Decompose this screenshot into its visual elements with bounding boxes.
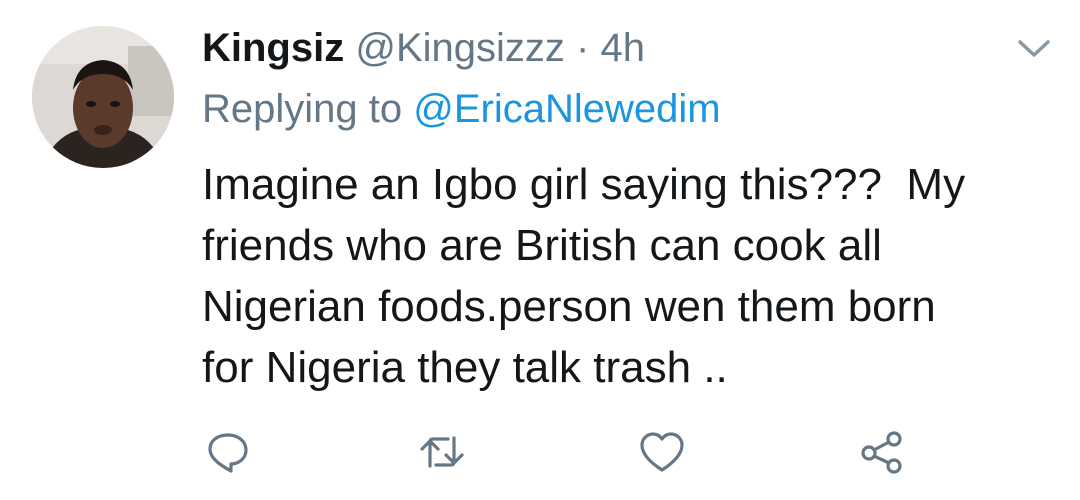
avatar[interactable] bbox=[32, 26, 174, 168]
share-button[interactable] bbox=[858, 428, 906, 476]
like-button[interactable] bbox=[638, 428, 686, 476]
display-name[interactable]: Kingsiz bbox=[202, 26, 344, 70]
reply-prefix: Replying to bbox=[202, 87, 403, 131]
reply-to-mention[interactable]: @EricaNlewedim bbox=[413, 87, 720, 131]
reply-context: Replying to @EricaNlewedim bbox=[202, 84, 721, 134]
tweet-text-line: Nigerian foods.person wen them born bbox=[202, 282, 936, 331]
avatar-image bbox=[32, 26, 174, 168]
user-handle[interactable]: @Kingsizzz bbox=[355, 26, 565, 70]
retweet-button[interactable] bbox=[418, 428, 466, 476]
share-icon bbox=[861, 431, 902, 474]
separator-dot: · bbox=[576, 26, 590, 70]
heart-icon bbox=[640, 432, 684, 472]
reply-button[interactable] bbox=[204, 428, 252, 476]
tweet-text-line: for Nigeria they talk trash .. bbox=[202, 343, 728, 392]
chevron-down-icon[interactable] bbox=[1012, 30, 1056, 66]
tweet-text-line: Imagine an Igbo girl saying this??? My bbox=[202, 160, 966, 209]
tweet-text-line: friends who are British can cook all bbox=[202, 221, 882, 270]
tweet-text: Imagine an Igbo girl saying this??? My f… bbox=[202, 154, 1062, 398]
retweet-icon bbox=[420, 436, 464, 468]
tweet: Kingsiz @Kingsizzz · 4h Replying to @Eri… bbox=[0, 0, 1080, 500]
tweet-header: Kingsiz @Kingsizzz · 4h bbox=[202, 24, 645, 72]
timestamp[interactable]: 4h bbox=[601, 26, 646, 70]
reply-icon bbox=[208, 433, 248, 473]
